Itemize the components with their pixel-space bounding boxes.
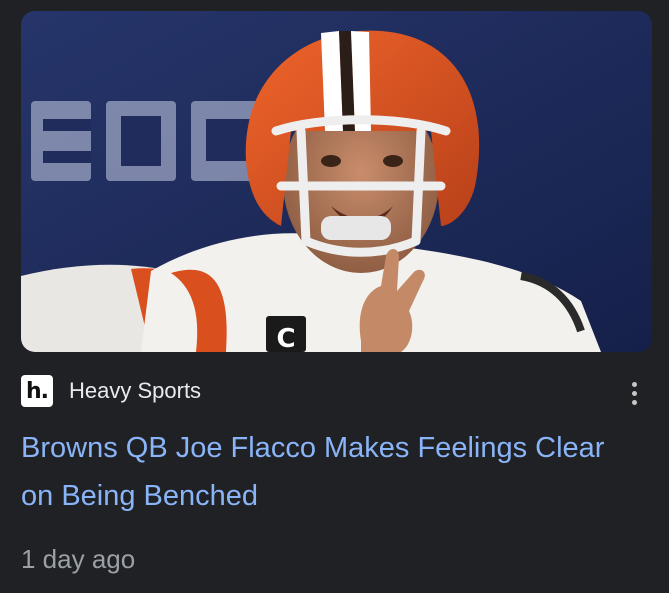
dot-icon [631,381,637,387]
article-headline[interactable]: Browns QB Joe Flacco Makes Feelings Clea… [21,424,611,520]
svg-text:C: C [276,324,295,352]
news-card[interactable]: C h. Heavy Sports Browns QB Joe Flacco M… [0,0,669,593]
dot-icon [631,390,637,396]
article-timestamp: 1 day ago [21,544,136,574]
source-row[interactable]: h. Heavy Sports [21,375,201,407]
article-thumbnail[interactable]: C [21,11,652,352]
publisher-logo: h. [21,375,53,407]
publisher-name[interactable]: Heavy Sports [69,378,201,404]
more-options-icon[interactable] [620,377,648,409]
dot-icon [631,399,637,405]
thumbnail-photo: C [21,11,652,352]
